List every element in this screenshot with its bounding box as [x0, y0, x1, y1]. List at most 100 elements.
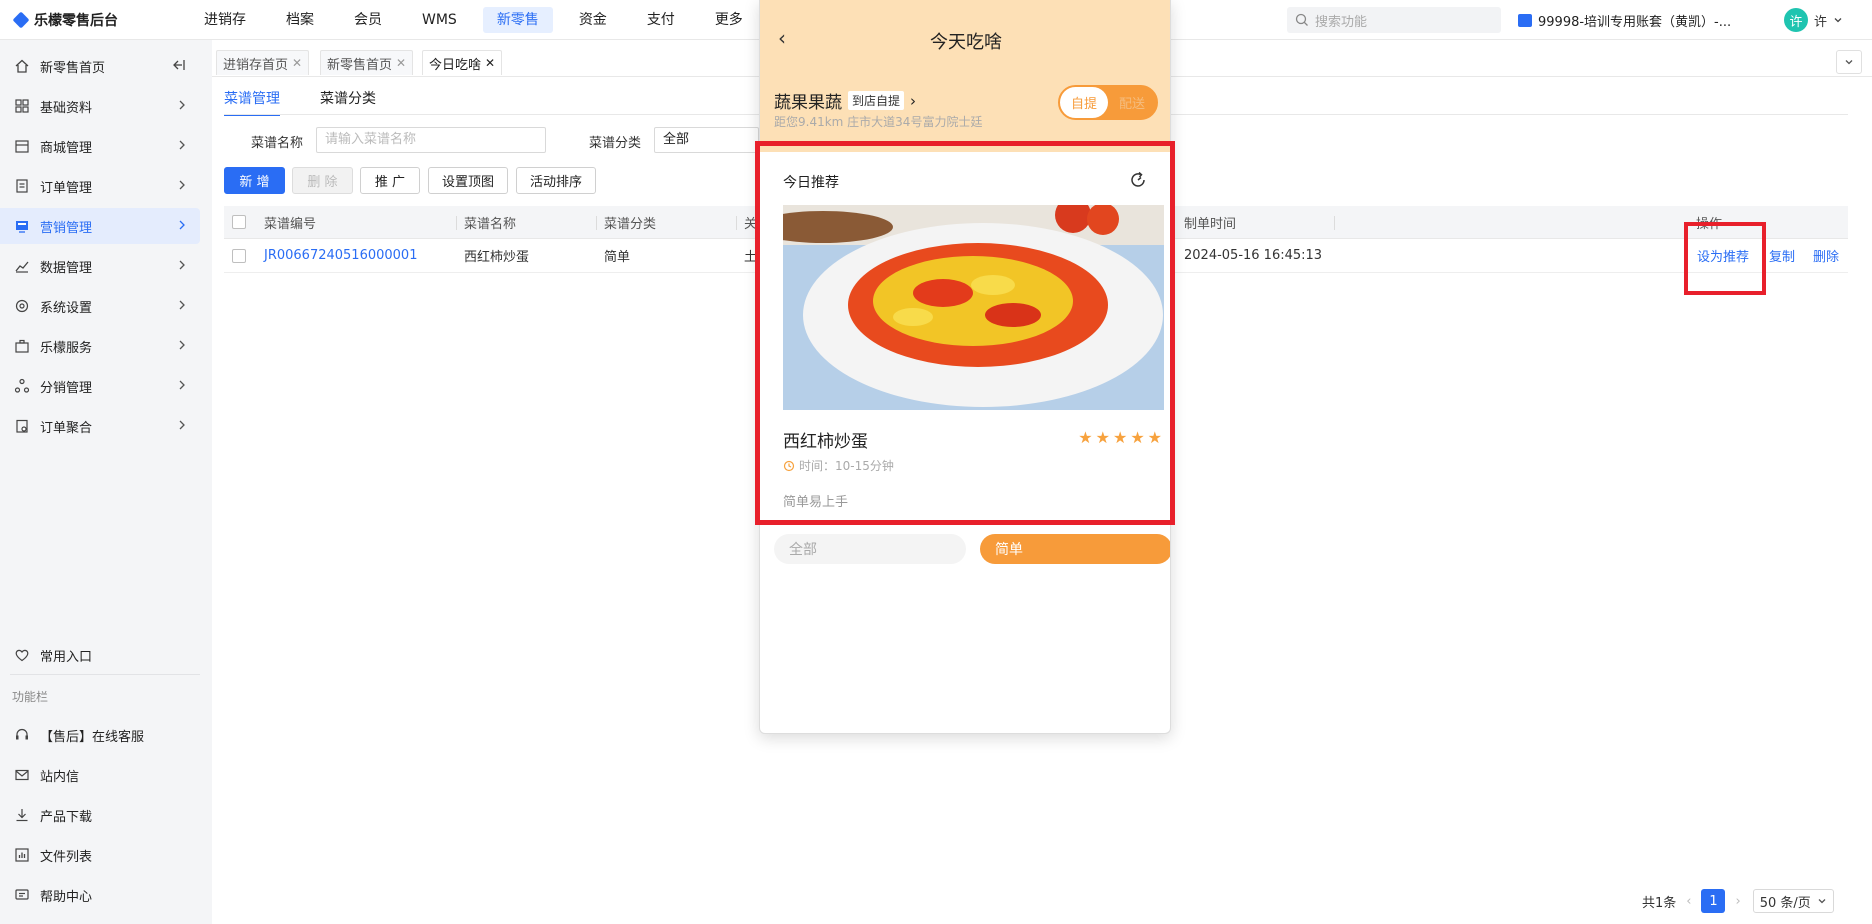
topnav-item-funds[interactable]: 资金: [565, 7, 621, 33]
add-button[interactable]: 新 增: [224, 167, 285, 194]
account-switcher[interactable]: 99998-培训专用账套（黄凯）-...: [1518, 0, 1731, 40]
page-size-select[interactable]: 50 条/页: [1752, 889, 1834, 913]
header-category: 菜谱分类: [604, 216, 657, 232]
header-code: 菜谱编号: [264, 216, 317, 232]
recipe-category-select[interactable]: 全部: [654, 127, 759, 153]
sidebar-tool-messages[interactable]: 站内信: [0, 757, 200, 793]
recipe-name-input[interactable]: 请输入菜谱名称: [316, 127, 546, 153]
sidebar-item-label: 文件列表: [40, 849, 93, 865]
sidebar-item-orders[interactable]: 订单管理: [0, 168, 200, 204]
sidebar-common-entry[interactable]: 常用入口: [0, 637, 200, 673]
tab-label: 今日吃啥: [429, 57, 482, 73]
chevron-right-icon: [178, 219, 186, 235]
store-address: 距您9.41km 庄市大道34号富力院士廷: [774, 115, 983, 129]
sidebar-item-order-aggregation[interactable]: 订单聚合: [0, 408, 200, 444]
user-menu[interactable]: 许 许: [1784, 0, 1843, 40]
app-logo[interactable]: 乐檬零售后台: [0, 10, 190, 30]
category-pill-simple[interactable]: 简单: [980, 534, 1170, 564]
close-icon[interactable]: ✕: [485, 56, 495, 70]
chevron-right-icon: [178, 259, 186, 275]
pickup-option[interactable]: 自提: [1060, 87, 1108, 118]
header-name: 菜谱名称: [464, 216, 517, 232]
tab-inventory-home[interactable]: 进销存首页 ✕: [216, 50, 310, 75]
sidebar-item-mall[interactable]: 商城管理: [0, 128, 200, 164]
topnav-item-member[interactable]: 会员: [340, 7, 396, 33]
recipe-code-link[interactable]: JR00667240516000001: [264, 239, 417, 272]
document-icon: [14, 178, 30, 194]
topnav-item-archive[interactable]: 档案: [272, 7, 328, 33]
sidebar-tool-files[interactable]: 文件列表: [0, 837, 200, 873]
page-size-value: 50 条/页: [1759, 895, 1811, 911]
chevron-right-icon: [178, 179, 186, 195]
clipboard-icon: [14, 418, 30, 434]
app-name: 乐檬零售后台: [34, 12, 118, 29]
mail-icon: [14, 767, 30, 783]
headset-icon: [14, 727, 30, 743]
select-all-checkbox[interactable]: [232, 206, 246, 238]
sidebar-item-data[interactable]: 数据管理: [0, 248, 200, 284]
tab-recipe-category[interactable]: 菜谱分类: [320, 88, 376, 116]
column-separator: [596, 216, 597, 230]
topnav-item-more[interactable]: 更多: [701, 7, 757, 33]
sidebar-item-marketing[interactable]: 营销管理: [0, 208, 200, 244]
prev-page-icon[interactable]: ‹: [1686, 894, 1691, 909]
tab-new-retail-home[interactable]: 新零售首页 ✕: [320, 50, 414, 75]
search-box[interactable]: 搜索功能: [1287, 7, 1501, 33]
column-separator: [1334, 216, 1335, 230]
sidebar-item-label: 营销管理: [40, 220, 93, 236]
pagination: 共1条 ‹ 1 › 50 条/页: [1642, 889, 1834, 913]
next-page-icon[interactable]: ›: [1735, 894, 1740, 909]
chevron-right-icon: [178, 139, 186, 155]
recipe-category-label: 菜谱分类: [589, 136, 642, 151]
topnav-item-new-retail[interactable]: 新零售: [482, 6, 553, 33]
topnav-item-inventory[interactable]: 进销存: [190, 7, 260, 33]
sidebar-tool-download[interactable]: 产品下载: [0, 797, 200, 833]
store-tag: 到店自提: [848, 91, 905, 110]
delivery-option[interactable]: 配送: [1108, 93, 1156, 112]
tabs-dropdown-button[interactable]: [1836, 50, 1862, 74]
tab-today-what-to-eat[interactable]: 今日吃啥 ✕: [422, 50, 503, 75]
copy-link[interactable]: 复制: [1769, 239, 1795, 272]
activity-sort-button[interactable]: 活动排序: [516, 167, 596, 194]
topnav-item-wms[interactable]: WMS: [408, 7, 471, 33]
search-placeholder: 搜索功能: [1315, 14, 1368, 30]
sidebar-item-services[interactable]: 乐檬服务: [0, 328, 200, 364]
page-number[interactable]: 1: [1701, 889, 1726, 913]
preview-title: 今天吃啥: [930, 32, 1002, 53]
sidebar-item-basic-data[interactable]: 基础资料: [0, 88, 200, 124]
sidebar-item-label: 数据管理: [40, 260, 93, 276]
sidebar-item-label: 产品下载: [40, 809, 93, 825]
sidebar-item-label: 【售后】在线客服: [40, 729, 145, 745]
sub-tabs: 菜谱管理 菜谱分类: [224, 88, 376, 116]
tab-recipe-management[interactable]: 菜谱管理: [224, 88, 280, 116]
gear-icon: [14, 298, 30, 314]
close-icon[interactable]: ✕: [292, 56, 302, 70]
delete-link[interactable]: 删除: [1813, 239, 1839, 272]
monitor-icon: [14, 218, 30, 234]
row-checkbox[interactable]: [232, 239, 246, 272]
topnav-item-payment[interactable]: 支付: [633, 7, 689, 33]
store-selector[interactable]: 蔬果果蔬 到店自提 ›: [774, 88, 916, 113]
category-pill-all[interactable]: 全部: [774, 534, 966, 564]
line-chart-icon: [14, 258, 30, 274]
download-icon: [14, 807, 30, 823]
sidebar-item-settings[interactable]: 系统设置: [0, 288, 200, 324]
recipe-created-time: 2024-05-16 16:45:13: [1184, 248, 1323, 263]
promote-button[interactable]: 推 广: [360, 167, 420, 194]
sidebar-item-distribution[interactable]: 分销管理: [0, 368, 200, 404]
delivery-toggle[interactable]: 自提 配送: [1058, 85, 1158, 120]
delete-button[interactable]: 删 除: [292, 167, 353, 194]
sidebar-tool-customer-service[interactable]: 【售后】在线客服: [0, 717, 200, 753]
store-icon: [14, 138, 30, 154]
chevron-down-icon: [1818, 899, 1826, 904]
chat-icon: [14, 887, 30, 903]
close-icon[interactable]: ✕: [396, 56, 406, 70]
sidebar-tool-help[interactable]: 帮助中心: [0, 877, 200, 913]
collapse-sidebar-icon[interactable]: [172, 59, 186, 75]
recipe-name: 西红柿炒蛋: [464, 250, 530, 265]
set-top-image-button[interactable]: 设置顶图: [428, 167, 508, 194]
highlight-box-action: [1684, 222, 1766, 295]
header-created: 制单时间: [1184, 216, 1237, 232]
sidebar-item-new-retail-home[interactable]: 新零售首页: [0, 48, 200, 84]
sidebar-item-label: 站内信: [40, 769, 80, 785]
